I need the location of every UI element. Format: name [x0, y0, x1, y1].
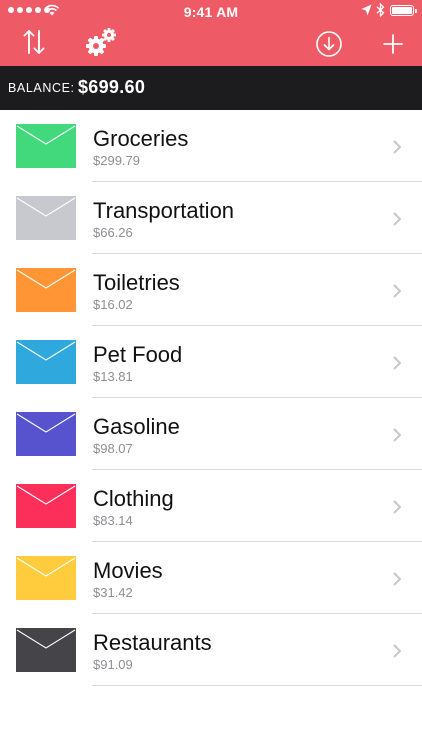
- chevron-right-icon: [393, 212, 402, 226]
- add-envelope-button[interactable]: [379, 30, 407, 58]
- envelope-icon: [16, 412, 76, 456]
- envelope-row-restaurants[interactable]: Restaurants $91.09: [0, 614, 422, 686]
- chevron-right-icon: [393, 140, 402, 154]
- envelope-amount: $98.07: [93, 441, 133, 456]
- envelope-amount: $83.14: [93, 513, 133, 528]
- status-bar: 9:41 AM: [0, 0, 422, 22]
- envelope-icon: [16, 484, 76, 528]
- balance-label: BALANCE:: [8, 81, 75, 95]
- envelope-amount: $91.09: [93, 657, 133, 672]
- envelope-row-movies[interactable]: Movies $31.42: [0, 542, 422, 614]
- envelope-icon: [16, 340, 76, 384]
- envelope-row-groceries[interactable]: Groceries $299.79: [0, 110, 422, 182]
- bluetooth-icon: [376, 3, 385, 17]
- envelope-icon: [16, 628, 76, 672]
- envelope-icon: [16, 268, 76, 312]
- envelope-name: Movies: [93, 558, 163, 583]
- envelope-row-transportation[interactable]: Transportation $66.26: [0, 182, 422, 254]
- envelope-list: Groceries $299.79 Transportation $66.26 …: [0, 110, 422, 686]
- envelope-row-toiletries[interactable]: Toiletries $16.02: [0, 254, 422, 326]
- envelope-amount: $299.79: [93, 153, 140, 168]
- envelope-icon: [16, 556, 76, 600]
- envelope-row-gasoline[interactable]: Gasoline $98.07: [0, 398, 422, 470]
- balance-value: $699.60: [78, 77, 146, 97]
- envelope-name: Transportation: [93, 198, 235, 223]
- envelope-row-clothing[interactable]: Clothing $83.14: [0, 470, 422, 542]
- envelope-amount: $13.81: [93, 369, 133, 384]
- envelope-amount: $16.02: [93, 297, 133, 312]
- chevron-right-icon: [393, 428, 402, 442]
- envelope-row-pet-food[interactable]: Pet Food $13.81: [0, 326, 422, 398]
- download-circle-icon: [316, 31, 342, 57]
- envelope-icon: [16, 196, 76, 240]
- envelope-name: Gasoline: [93, 414, 180, 439]
- download-button[interactable]: [315, 30, 343, 58]
- chevron-right-icon: [393, 500, 402, 514]
- envelope-amount: $31.42: [93, 585, 133, 600]
- sort-arrows-icon: [23, 30, 45, 54]
- status-time: 9:41 AM: [183, 4, 239, 20]
- chevron-right-icon: [393, 572, 402, 586]
- envelope-name: Groceries: [93, 126, 189, 151]
- envelope-name: Restaurants: [93, 630, 212, 655]
- sort-button[interactable]: [18, 26, 50, 58]
- chevron-right-icon: [393, 644, 402, 658]
- chevron-right-icon: [393, 356, 402, 370]
- chevron-right-icon: [393, 284, 402, 298]
- envelope-icon: [16, 124, 76, 168]
- balance-bar: BALANCE: $699.60: [0, 66, 422, 110]
- plus-icon: [383, 34, 403, 54]
- envelope-name: Pet Food: [93, 342, 183, 367]
- settings-button[interactable]: [84, 26, 120, 58]
- envelope-name: Clothing: [93, 486, 174, 511]
- gears-icon: [86, 28, 116, 56]
- location-arrow-icon: [361, 4, 372, 16]
- nav-header: 9:41 AM: [0, 0, 422, 66]
- envelope-name: Toiletries: [93, 270, 180, 295]
- battery-icon: [390, 5, 417, 16]
- envelope-amount: $66.26: [93, 225, 133, 240]
